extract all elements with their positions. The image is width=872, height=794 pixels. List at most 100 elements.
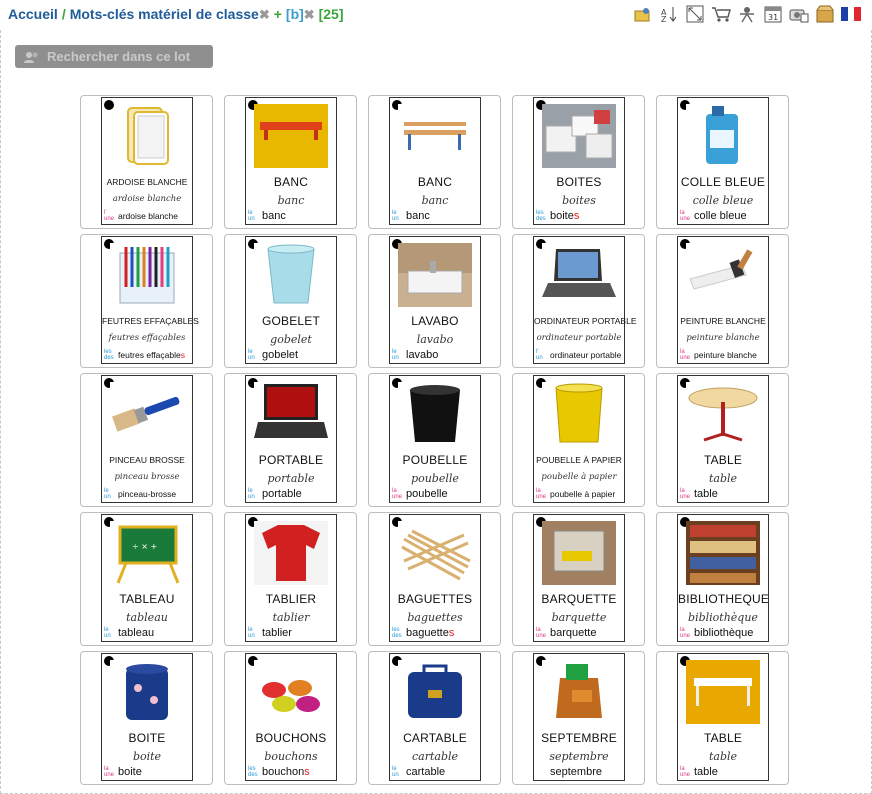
card-article: le un — [392, 349, 402, 361]
pictogram-card[interactable]: BOITES boites les des boites — [512, 95, 645, 229]
top-bar: Accueil / Mots-clés matériel de classe✖ + [b… — [0, 0, 872, 30]
article-indefinite: une — [536, 494, 547, 500]
pictogram-card[interactable]: SEPTEMBRE septembre septembre — [512, 651, 645, 785]
pictogram-card[interactable]: TABLE table la une table — [656, 651, 789, 785]
pictogram-frame: ÷ × + TABLEAU tableau le un tableau — [101, 514, 193, 642]
pictogram-card[interactable]: CARTABLE cartable le un cartable — [368, 651, 501, 785]
pictogram-card[interactable]: BOITE boite la une boite — [80, 651, 213, 785]
card-caption: POUBELLE — [402, 453, 468, 467]
pictogram-card[interactable]: ÷ × + TABLEAU tableau le un tableau — [80, 512, 213, 646]
breadcrumb-filter-link[interactable]: [b] — [286, 6, 304, 22]
card-caption: BARQUETTE — [541, 592, 617, 606]
card-caption: BAGUETTES — [397, 592, 473, 606]
plural-marker: s — [180, 350, 185, 360]
card-caption: PORTABLE — [258, 453, 324, 467]
pictogram-frame: SEPTEMBRE septembre septembre — [533, 653, 625, 781]
french-flag-icon[interactable] — [840, 3, 862, 25]
card-article-row: le un pinceau-brosse — [104, 488, 190, 500]
card-script-word: ordinateur portable — [536, 333, 622, 343]
plural-marker: s — [448, 627, 455, 639]
pictogram-card[interactable]: TABLIER tablier le un tablier — [224, 512, 357, 646]
pictogram-grid: ARDOISE BLANCHE ardoise blanche l' une ardoi… — [80, 95, 789, 785]
article-indefinite: un — [392, 772, 399, 778]
pictogram-card[interactable]: BIBLIOTHEQUE bibliothèque la une bibliothèqu… — [656, 512, 789, 646]
breadcrumb-category-link[interactable]: Mots-clés matériel de classe — [70, 6, 259, 22]
pictogram-card[interactable]: COLLE BLEUE colle bleue la une colle bleue — [656, 95, 789, 229]
card-caption: TABLE — [703, 731, 743, 745]
folder-user-icon[interactable] — [632, 3, 654, 25]
pictogram-frame: CARTABLE cartable le un cartable — [389, 653, 481, 781]
card-article-row: le un tableau — [104, 627, 190, 639]
photo-calendar-icon[interactable] — [788, 3, 810, 25]
card-word: boite — [118, 766, 142, 778]
card-word: ordinateur portable — [550, 350, 622, 360]
card-script-word: tablier — [272, 611, 310, 624]
remove-category-icon[interactable]: ✖ — [259, 7, 270, 22]
card-article: l' une — [104, 210, 114, 222]
search-in-lot-label: Rechercher dans ce lot — [47, 49, 191, 64]
pictogram-card[interactable]: POUBELLE À PAPIER poubelle à papier la une p… — [512, 373, 645, 507]
pictogram-card[interactable]: BANC banc le un banc — [368, 95, 501, 229]
fullscreen-icon[interactable] — [684, 3, 706, 25]
pictogram-pinceau-icon — [110, 382, 184, 446]
pictogram-frame: ORDINATEUR PORTABLE ordinateur portable l'… — [533, 236, 637, 364]
card-article: le un — [392, 766, 402, 778]
pictogram-frame: BOUCHONS bouchons les des bouchons — [245, 653, 337, 781]
pictogram-card[interactable]: TABLE table la une table — [656, 373, 789, 507]
pictogram-card[interactable]: ORDINATEUR PORTABLE ordinateur portable l'… — [512, 234, 645, 368]
box-icon[interactable] — [814, 3, 836, 25]
card-word: banc — [406, 210, 430, 222]
svg-text:÷ × +: ÷ × + — [132, 542, 157, 551]
pictogram-frame: PEINTURE BLANCHE peinture blanche la une pei… — [677, 236, 769, 364]
pictogram-card[interactable]: POUBELLE poubelle la une poubelle — [368, 373, 501, 507]
card-caption: FEUTRES EFFAÇABLES — [102, 316, 199, 326]
card-script-word: cartable — [411, 750, 459, 763]
article-indefinite: un — [248, 633, 255, 639]
plural-word-stem: baguette — [406, 627, 449, 639]
pictogram-card[interactable]: BAGUETTES baguettes les des baguettes — [368, 512, 501, 646]
card-script-word: banc — [421, 194, 449, 207]
search-in-lot-button[interactable]: Rechercher dans ce lot — [15, 45, 213, 68]
card-word: banc — [262, 210, 286, 222]
pictogram-frame: BARQUETTE barquette la une barquette — [533, 514, 625, 642]
pictogram-card[interactable]: ARDOISE BLANCHE ardoise blanche l' une ardoi… — [80, 95, 213, 229]
pictogram-card[interactable]: PINCEAU BROSSE pinceau brosse le un pinceau-… — [80, 373, 213, 507]
card-script-word: bouchons — [264, 750, 318, 763]
card-article-row: septembre — [536, 766, 622, 778]
sort-az-icon[interactable]: AZ — [658, 3, 680, 25]
pictogram-card[interactable]: FEUTRES EFFAÇABLES feutres effaçables les d… — [80, 234, 213, 368]
pictogram-lavabo-icon — [398, 243, 472, 307]
card-word: bouchons — [262, 766, 310, 778]
card-word: bibliothèque — [694, 627, 754, 639]
pictogram-card[interactable]: PORTABLE portable le un portable — [224, 373, 357, 507]
card-caption: POUBELLE À PAPIER — [536, 455, 622, 465]
pictogram-frame: PINCEAU BROSSE pinceau brosse le un pinceau-… — [101, 375, 193, 503]
card-word: poubelle — [406, 488, 448, 500]
pictogram-frame: BIBLIOTHEQUE bibliothèque la une bibliothèqu… — [677, 514, 769, 642]
pictogram-boite-icon — [110, 660, 184, 724]
card-word: ardoise blanche — [118, 211, 179, 221]
pictogram-card[interactable]: LAVABO lavabo le un lavabo — [368, 234, 501, 368]
card-caption: BANC — [273, 175, 309, 189]
article-indefinite: un — [248, 494, 255, 500]
card-article: le un — [248, 210, 258, 222]
pictogram-card[interactable]: PEINTURE BLANCHE peinture blanche la une pei… — [656, 234, 789, 368]
presenter-icon[interactable] — [736, 3, 758, 25]
article-indefinite: une — [392, 494, 403, 500]
remove-filter-icon[interactable]: ✖ — [304, 7, 315, 22]
card-caption: BANC — [417, 175, 453, 189]
card-article-row: l' un ordinateur portable — [536, 349, 622, 361]
pictogram-card[interactable]: BARQUETTE barquette la une barquette — [512, 512, 645, 646]
card-caption: TABLEAU — [119, 592, 175, 606]
card-article: les des — [392, 627, 402, 639]
pictogram-card[interactable]: GOBELET gobelet le un gobelet — [224, 234, 357, 368]
pictogram-frame: BAGUETTES baguettes les des baguettes — [389, 514, 481, 642]
cart-icon[interactable] — [710, 3, 732, 25]
pictogram-septembre-icon — [542, 660, 616, 724]
pictogram-card[interactable]: BOUCHONS bouchons les des bouchons — [224, 651, 357, 785]
calendar-31-icon[interactable]: 31 — [762, 3, 784, 25]
pictogram-card[interactable]: BANC banc le un banc — [224, 95, 357, 229]
card-script-word: peinture blanche — [686, 333, 760, 343]
breadcrumb-home-link[interactable]: Accueil — [8, 6, 58, 22]
card-script-word: feutres effaçables — [108, 333, 186, 343]
